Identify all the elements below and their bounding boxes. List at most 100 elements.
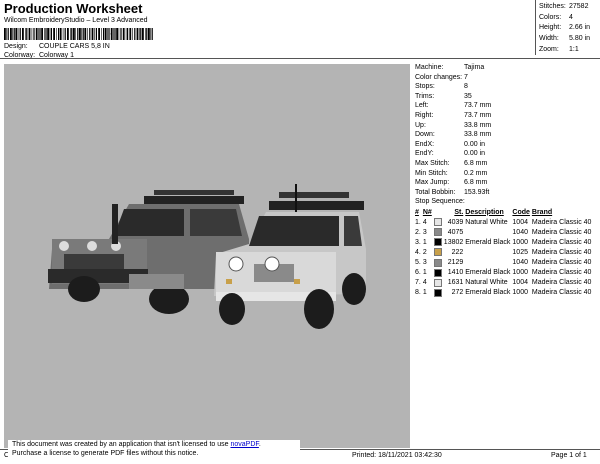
stats-value: 1:1 — [569, 45, 579, 53]
barcode-bar — [101, 28, 102, 40]
barcode-bar — [33, 28, 35, 40]
barcode-bar — [17, 28, 19, 40]
info-value: 8 — [464, 83, 468, 91]
barcode-bar — [53, 28, 55, 40]
barcode-bar — [79, 28, 81, 40]
barcode-bar — [56, 28, 57, 40]
header-swatch — [433, 207, 443, 217]
info-label: Down: — [415, 131, 435, 139]
machine-info-row: Down: 33.8 mm — [415, 130, 600, 140]
info-label: Left: — [415, 102, 429, 110]
barcode-bar — [45, 28, 47, 40]
thread-code: 1000 — [512, 269, 528, 277]
stop-sequence-row: 7. 4 1631 Natural White 1004 Madeira Classic … — [414, 278, 592, 288]
barcode-bar — [107, 28, 108, 40]
design-label: Design: — [4, 43, 28, 50]
stats-label: Height: — [539, 24, 562, 32]
barcode-bar — [140, 28, 142, 40]
row-number: 8. — [415, 289, 421, 297]
thread-color-swatch — [433, 218, 442, 227]
machine-info-row: Min Stitch: 0.2 mm — [415, 169, 600, 179]
stop-sequence-header-row: # N# St. Description Code Brand — [414, 207, 592, 217]
barcode-bar — [118, 28, 120, 40]
barcode-bar — [26, 28, 28, 40]
machine-info-row: Machine: Tajima — [415, 63, 600, 73]
thread-color-swatch — [433, 278, 442, 287]
row-number: 4. — [415, 248, 421, 256]
barcode-bar — [113, 28, 114, 40]
barcode-bar — [7, 28, 9, 40]
notice-line-1: This document was created by an applicat… — [12, 440, 300, 449]
stop-sequence-row: 2. 3 4075 1040 Madeira Classic 40 — [414, 227, 592, 237]
info-value: 0.00 in — [464, 150, 486, 158]
barcode-bar — [136, 28, 139, 40]
barcode-bar — [28, 28, 31, 40]
barcode-bar — [64, 28, 66, 40]
stop-sequence-row: 5. 3 2129 1040 Madeira Classic 40 — [414, 257, 592, 267]
stitch-count: 1410 — [447, 269, 464, 277]
thread-code: 1004 — [512, 279, 528, 287]
barcode-bar — [104, 28, 107, 40]
barcode-bar — [95, 28, 97, 40]
thread-color-swatch — [433, 258, 442, 267]
color-swatch — [433, 288, 443, 298]
thread-color-swatch — [433, 268, 442, 277]
thread-description: Natural White — [465, 279, 508, 287]
header-description: Description — [465, 208, 504, 216]
barcode-bar — [122, 28, 125, 40]
thread-description: Natural White — [465, 218, 508, 226]
design-row: Design: COUPLE CARS 5,8 IN — [4, 43, 110, 50]
barcode-bar — [77, 28, 79, 40]
barcode-bar — [127, 28, 129, 40]
thread-color-swatch — [433, 288, 442, 297]
row-number: 2. — [415, 228, 421, 236]
stats-panel: Stitches: 27582 Colors: 4 Height: 2.66 in W… — [539, 2, 599, 56]
barcode-bar — [75, 28, 76, 40]
color-swatch — [433, 237, 443, 247]
thread-brand: Madeira Classic 40 — [531, 289, 592, 297]
barcode-bar — [139, 28, 140, 40]
info-value: 153.93ft — [464, 188, 490, 196]
machine-info-row: Max Stitch: 6.8 mm — [415, 159, 600, 169]
design-value: COUPLE CARS 5,8 IN — [39, 43, 110, 50]
barcode-bar — [12, 28, 13, 40]
barcode-bar — [151, 28, 153, 40]
barcode — [4, 28, 153, 40]
thread-brand: Madeira Classic 40 — [531, 279, 592, 287]
barcode-bar — [134, 28, 136, 40]
stitch-count: 4075 — [447, 228, 464, 236]
barcode-caption: , — [110, 29, 112, 36]
barcode-bar — [120, 28, 122, 40]
notice-line-2: Purchase a license to generate PDF files… — [12, 450, 199, 457]
needle-number: 1 — [422, 289, 427, 297]
barcode-bar — [58, 28, 60, 40]
row-number: 7. — [415, 279, 421, 287]
stats-label: Stitches: — [539, 3, 566, 10]
barcode-bar — [81, 28, 82, 40]
info-value: 33.8 mm — [464, 121, 492, 129]
needle-number: 2 — [422, 248, 427, 256]
row-number: 6. — [415, 269, 421, 277]
stats-row: Width: 5.80 in — [539, 34, 599, 45]
info-label: Color changes: — [415, 73, 463, 81]
stop-sequence-title: Stop Sequence: — [415, 198, 465, 205]
stats-label: Zoom: — [539, 45, 559, 53]
thread-brand: Madeira Classic 40 — [531, 238, 592, 246]
header-stitches: St. — [454, 208, 464, 216]
stats-label: Colors: — [539, 13, 562, 21]
barcode-bar — [145, 28, 146, 40]
barcode-bar — [49, 28, 51, 40]
software-subtitle: Wilcom EmbroideryStudio – Level 3 Advanc… — [4, 17, 148, 24]
machine-info-row: Left: 73.7 mm — [415, 101, 600, 111]
needle-number: 4 — [422, 218, 427, 226]
machine-info-row: Color changes: 7 — [415, 73, 600, 83]
stitch-count: 13802 — [443, 238, 464, 246]
novapdf-link[interactable]: novaPDF — [230, 441, 258, 448]
barcode-bar — [47, 28, 49, 40]
info-label: Right: — [415, 111, 434, 119]
stats-row: Zoom: 1:1 — [539, 45, 599, 56]
stats-value: 4 — [569, 13, 573, 21]
thread-description: Emerald Black — [465, 269, 511, 277]
barcode-bar — [98, 28, 100, 40]
embroidery-cars-image — [48, 184, 366, 329]
